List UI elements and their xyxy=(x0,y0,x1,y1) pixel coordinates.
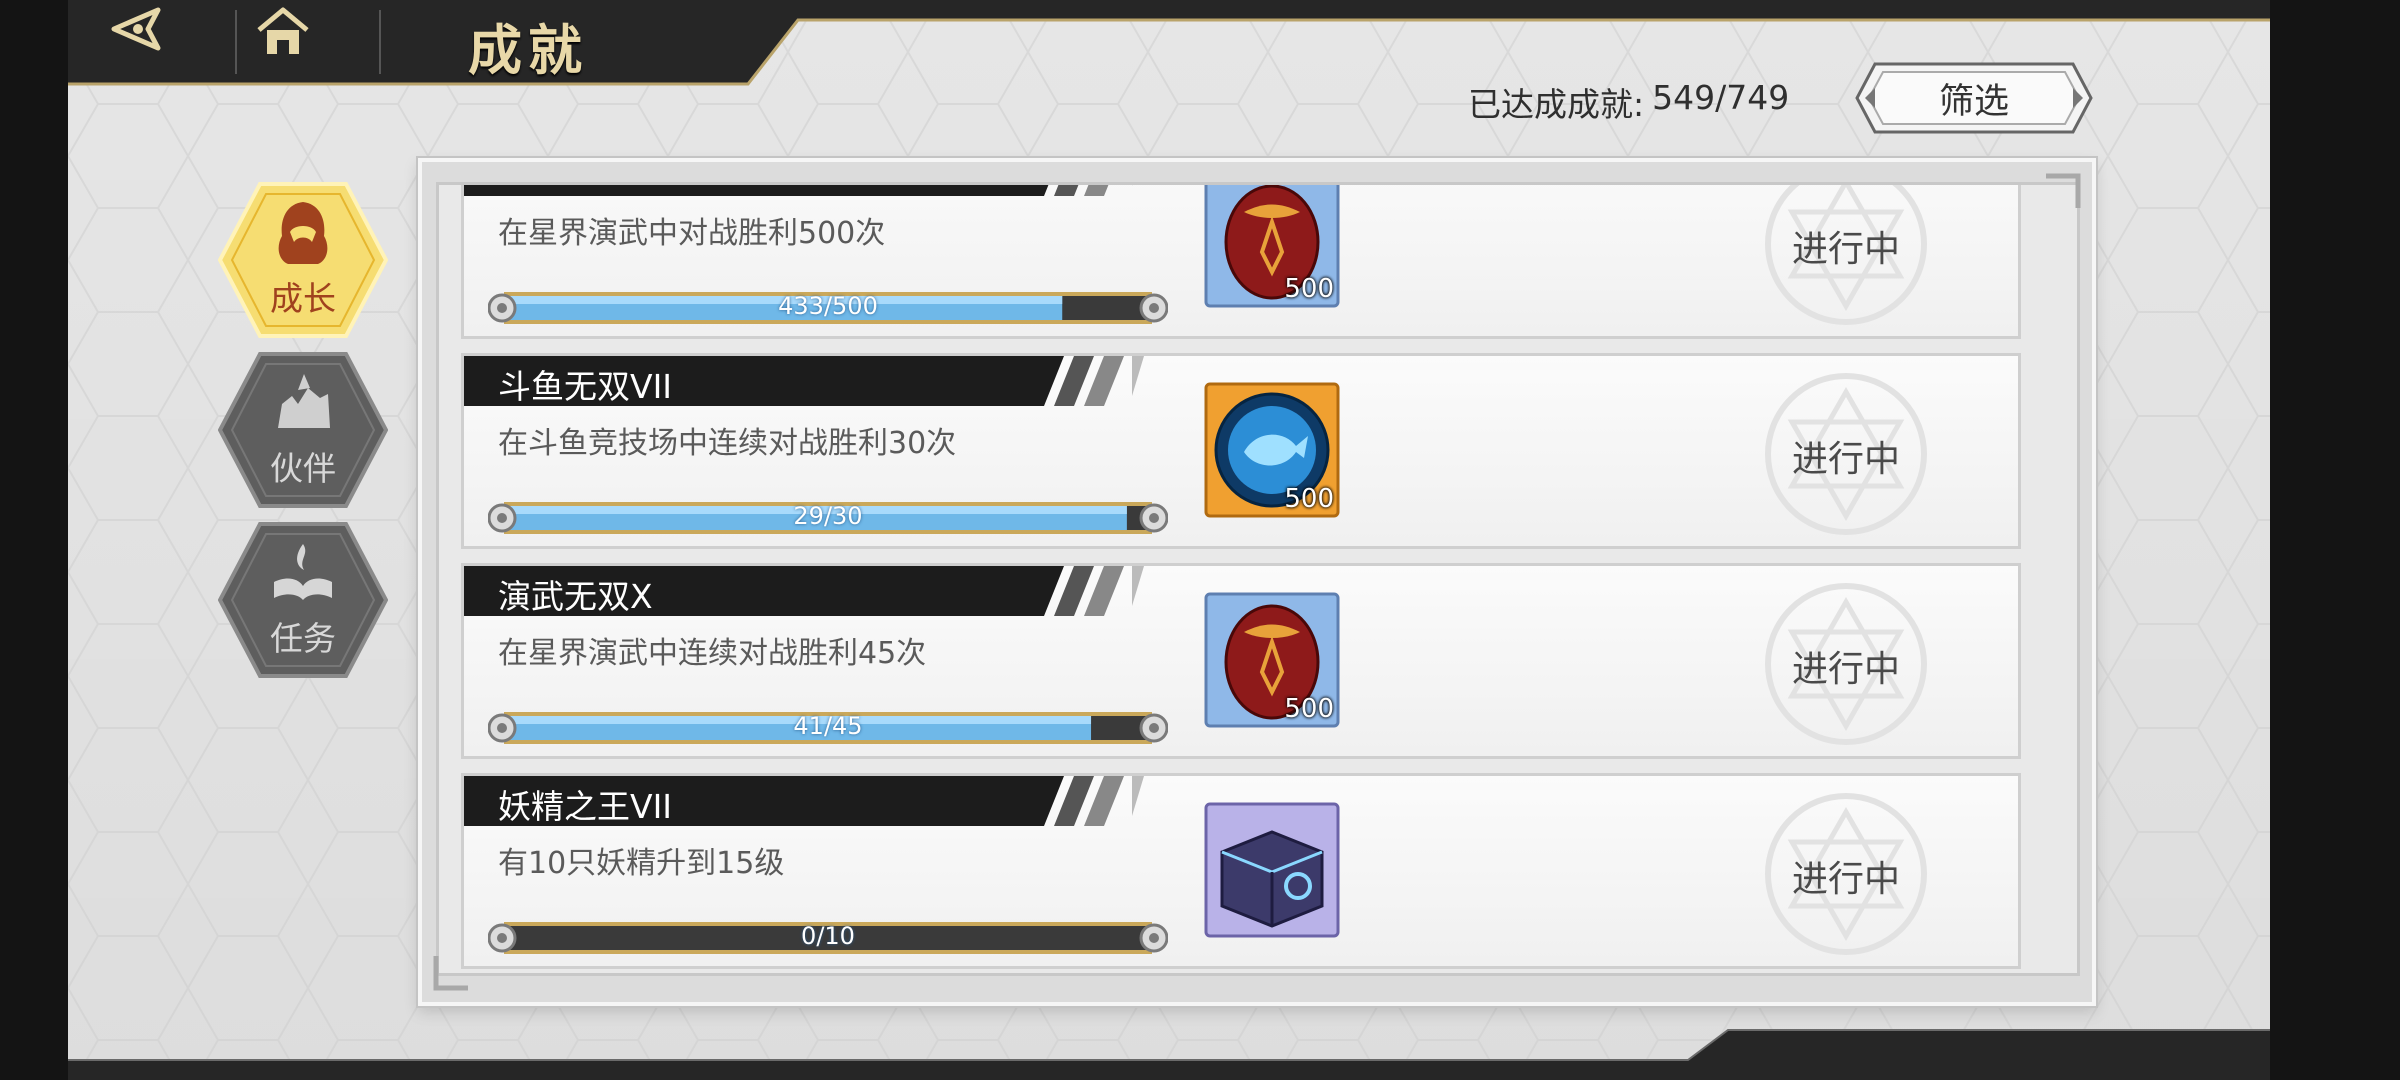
reward-item[interactable]: 500 xyxy=(1204,382,1340,518)
achievement-title-bar: 演武无双X xyxy=(464,566,1144,616)
achievement-title: 妖精之王VII xyxy=(498,787,673,826)
progress-end-hub xyxy=(1149,513,1159,523)
back-arrow-icon xyxy=(111,7,161,51)
reward-count: 500 xyxy=(1284,694,1334,724)
achievement-item: 妖精之王VII 有10只妖精升到15级 0/10 进行中 xyxy=(461,773,2021,969)
progress-end-hub xyxy=(497,303,507,313)
achievement-description: 在星界演武中对战胜利500次 xyxy=(498,216,886,251)
achievement-status: 进行中 xyxy=(1791,649,1900,690)
progress-end-hub xyxy=(1149,723,1159,733)
page-title: 成就 xyxy=(468,18,588,82)
achievement-description: 在斗鱼竞技场中连续对战胜利30次 xyxy=(498,426,957,461)
filter-button[interactable]: 筛选 xyxy=(1853,60,2095,136)
counter-value: 549/749 xyxy=(1652,78,1790,117)
back-button[interactable] xyxy=(108,4,218,80)
achievement-title: 斗鱼无双VII xyxy=(498,367,673,406)
counter-label: 已达成成就: xyxy=(1468,85,1645,124)
achievement-counter: 已达成成就: 549/749 xyxy=(1468,78,1789,126)
progress-bar: 29/30 xyxy=(488,498,1168,538)
progress-end-hub xyxy=(497,513,507,523)
home-icon xyxy=(257,7,309,54)
achievement-status: 进行中 xyxy=(1791,859,1900,900)
progress-bar: 41/45 xyxy=(488,708,1168,748)
home-button[interactable] xyxy=(253,4,373,80)
creatures-icon xyxy=(278,374,330,428)
screen: 成就 已达成成就: 549/749 筛选 成长 伙伴 任务 在星界演武中对战胜利… xyxy=(0,0,2400,1080)
tab-growth[interactable]: 成长 xyxy=(218,180,388,340)
achievement-item: 演武无双X 在星界演武中连续对战胜利45次 41/45 500 进行中 xyxy=(461,563,2021,759)
progress-text: 0/10 xyxy=(801,922,855,950)
achievement-panel: 在星界演武中对战胜利500次 433/500 500 进行中 斗鱼无双VII 在… xyxy=(418,158,2096,1006)
achievement-title-bar: 妖精之王VII xyxy=(464,776,1144,826)
tab-task[interactable]: 任务 xyxy=(218,520,388,680)
achievement-status: 进行中 xyxy=(1791,229,1900,270)
reward-item[interactable]: 500 xyxy=(1204,185,1340,308)
progress-bar: 0/10 xyxy=(488,918,1168,958)
progress-end-hub xyxy=(1149,303,1159,313)
reward-count: 500 xyxy=(1284,274,1334,304)
status-seal: 进行中 xyxy=(1764,185,1928,326)
achievement-item: 在星界演武中对战胜利500次 433/500 500 进行中 xyxy=(461,185,2021,339)
tab-partner[interactable]: 伙伴 xyxy=(218,350,388,510)
achievement-status: 进行中 xyxy=(1791,439,1900,480)
progress-end-hub xyxy=(497,723,507,733)
reward-item[interactable] xyxy=(1204,802,1340,938)
bottom-strip xyxy=(68,1029,2270,1080)
achievement-title-bar: 斗鱼无双VII xyxy=(464,356,1144,406)
game-view: 成就 已达成成就: 549/749 筛选 成长 伙伴 任务 在星界演武中对战胜利… xyxy=(68,0,2270,1080)
reward-count: 500 xyxy=(1284,484,1334,514)
filter-label: 筛选 xyxy=(1938,81,2009,122)
achievement-description: 有10只妖精升到15级 xyxy=(498,846,785,881)
progress-end-hub xyxy=(1149,933,1159,943)
hooded-figure-icon xyxy=(278,202,328,264)
status-seal: 进行中 xyxy=(1764,582,1928,746)
progress-bar: 433/500 xyxy=(488,288,1168,328)
progress-text: 29/30 xyxy=(793,502,863,530)
corner-bracket xyxy=(433,956,468,991)
achievement-item: 斗鱼无双VII 在斗鱼竞技场中连续对战胜利30次 29/30 500 进行中 xyxy=(461,353,2021,549)
reward-item[interactable]: 500 xyxy=(1204,592,1340,728)
achievement-title: 演武无双X xyxy=(498,577,653,616)
tab-growth-label: 成长 xyxy=(270,279,336,318)
corner-bracket xyxy=(2046,173,2081,208)
tab-task-label: 任务 xyxy=(270,619,336,658)
tab-partner-label: 伙伴 xyxy=(270,449,336,488)
progress-text: 41/45 xyxy=(793,712,863,740)
treasure-chest-icon xyxy=(1204,802,1340,938)
status-seal: 进行中 xyxy=(1764,372,1928,536)
achievement-list-viewport[interactable]: 在星界演武中对战胜利500次 433/500 500 进行中 斗鱼无双VII 在… xyxy=(436,182,2080,976)
progress-end-hub xyxy=(497,933,507,943)
progress-text: 433/500 xyxy=(778,292,878,320)
status-seal: 进行中 xyxy=(1764,792,1928,956)
achievement-description: 在星界演武中连续对战胜利45次 xyxy=(498,636,927,671)
achievement-title-bar xyxy=(464,185,1144,196)
book-flame-icon xyxy=(274,544,332,600)
